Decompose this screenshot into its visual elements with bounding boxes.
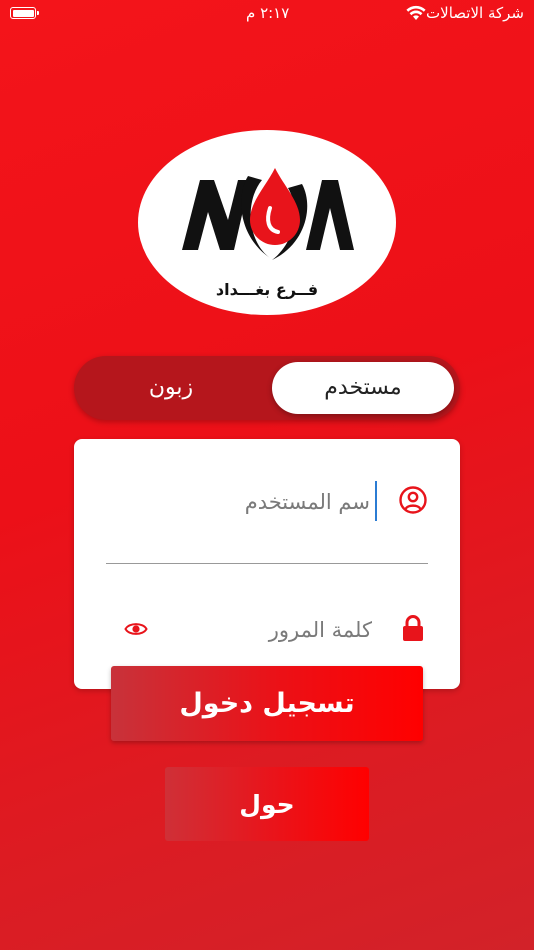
logo-caption: فــرع بغـــداد [215, 280, 319, 299]
text-caret [375, 481, 377, 521]
wifi-icon [406, 5, 426, 20]
battery-icon [10, 7, 39, 19]
eye-icon[interactable] [124, 617, 148, 641]
login-form-card [74, 439, 460, 689]
noa-logo-icon [182, 168, 354, 260]
segment-user[interactable]: مستخدم [272, 362, 454, 414]
password-row [106, 599, 428, 659]
field-divider [106, 563, 428, 564]
username-row [106, 471, 428, 531]
status-bar: ٢:١٧ م شركة الاتصالات [0, 0, 534, 30]
lock-icon [403, 615, 423, 641]
about-button[interactable]: حول [165, 767, 369, 841]
username-input[interactable] [106, 479, 372, 525]
user-type-toggle: مستخدم زبون [74, 356, 460, 420]
status-time: ٢:١٧ م [246, 4, 290, 22]
logo: فــرع بغـــداد [138, 130, 396, 315]
carrier-name: شركة الاتصالات [426, 4, 524, 22]
password-input[interactable] [166, 607, 374, 653]
login-button[interactable]: تسجيل دخول [111, 666, 423, 741]
segment-customer[interactable]: زبون [80, 362, 262, 414]
user-circle-icon [399, 486, 427, 514]
